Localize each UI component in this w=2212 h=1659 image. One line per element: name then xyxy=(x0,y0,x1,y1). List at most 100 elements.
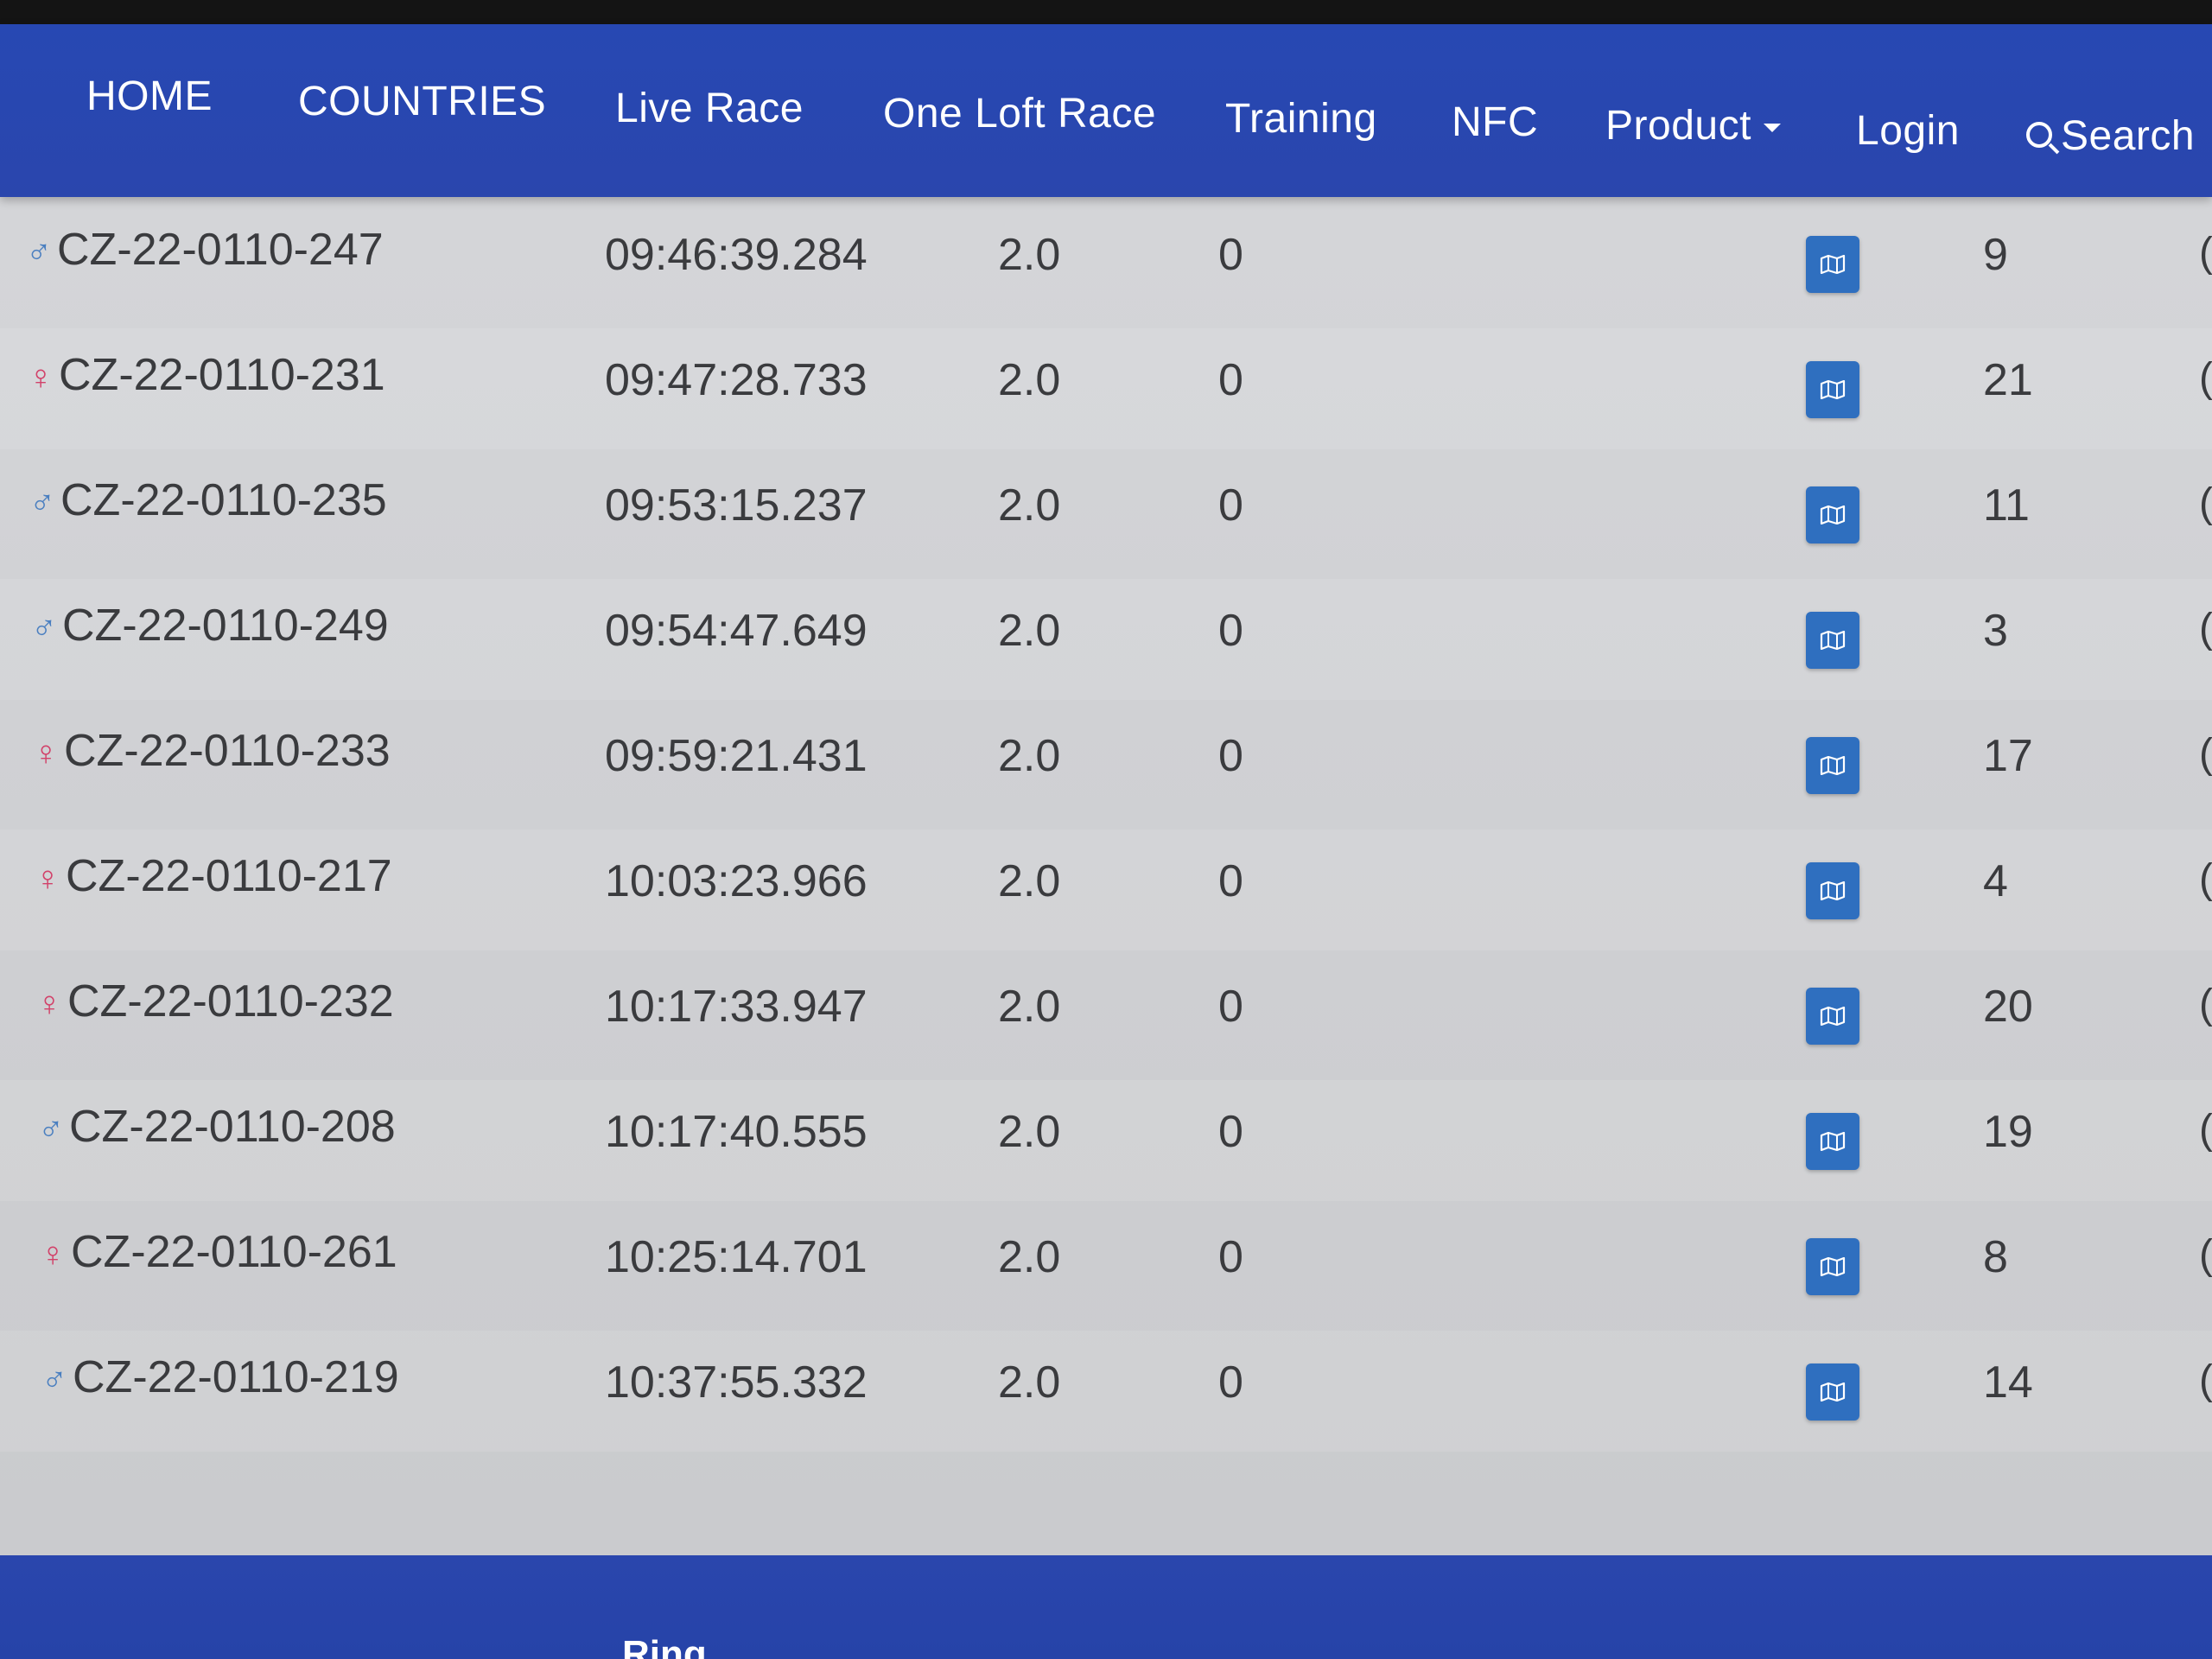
ring-cell[interactable]: ♀ CZ-22-0110-217 xyxy=(35,850,392,902)
nav-countries[interactable]: COUNTRIES xyxy=(298,78,546,125)
cut-off-column-edge: ( xyxy=(2199,856,2212,902)
table-row: ♂ CZ-22-0110-219 10:37:55.332 2.0 0 14 ( xyxy=(0,1331,2212,1452)
arrival-time-cell: 09:53:15.237 xyxy=(605,480,868,531)
male-symbol-icon: ♂ xyxy=(26,232,52,271)
top-navbar: HOME COUNTRIES Live Race One Loft Race T… xyxy=(0,24,2212,197)
count-cell: 0 xyxy=(1218,856,1243,906)
value-cell: 2.0 xyxy=(998,856,1061,906)
nav-one-loft-race[interactable]: One Loft Race xyxy=(883,90,1156,137)
female-symbol-icon: ♀ xyxy=(35,859,60,898)
female-symbol-icon: ♀ xyxy=(33,734,59,772)
chevron-down-icon xyxy=(1763,124,1781,133)
map-button[interactable] xyxy=(1806,1113,1859,1170)
value-cell: 2.0 xyxy=(998,982,1061,1032)
cut-off-column-edge: ( xyxy=(2199,1232,2212,1278)
ring-cell[interactable]: ♂ CZ-22-0110-219 xyxy=(41,1351,399,1403)
ring-cell[interactable]: ♂ CZ-22-0110-235 xyxy=(29,474,387,526)
nav-product-dropdown[interactable]: Product xyxy=(1605,102,1781,149)
map-icon xyxy=(1820,255,1846,274)
table-row: ♂ CZ-22-0110-235 09:53:15.237 2.0 0 11 ( xyxy=(0,454,2212,575)
arrival-time-cell: 10:03:23.966 xyxy=(605,856,868,906)
arrival-time-cell: 10:37:55.332 xyxy=(605,1357,868,1408)
value-cell: 2.0 xyxy=(998,606,1061,656)
rank-cell: 3 xyxy=(1983,606,2008,656)
map-button[interactable] xyxy=(1806,1363,1859,1421)
count-cell: 0 xyxy=(1218,230,1243,280)
cut-off-column-edge: ( xyxy=(2199,1107,2212,1153)
value-cell: 2.0 xyxy=(998,1357,1061,1408)
screen: HOME COUNTRIES Live Race One Loft Race T… xyxy=(0,0,2212,1659)
nav-search-label: Search xyxy=(2061,113,2196,159)
count-cell: 0 xyxy=(1218,1107,1243,1157)
nav-home[interactable]: HOME xyxy=(86,73,213,120)
arrival-time-cell: 09:54:47.649 xyxy=(605,606,868,656)
map-button[interactable] xyxy=(1806,862,1859,919)
ring-number: CZ-22-0110-232 xyxy=(67,976,394,1027)
map-icon xyxy=(1820,1132,1846,1151)
value-cell: 2.0 xyxy=(998,355,1061,405)
ring-cell[interactable]: ♀ CZ-22-0110-232 xyxy=(36,976,394,1027)
male-symbol-icon: ♂ xyxy=(31,608,57,647)
map-icon xyxy=(1820,1007,1846,1026)
map-icon xyxy=(1820,1257,1846,1276)
rank-cell: 17 xyxy=(1983,731,2033,781)
count-cell: 0 xyxy=(1218,1232,1243,1282)
nav-login[interactable]: Login xyxy=(1856,107,1960,155)
rank-cell: 20 xyxy=(1983,982,2033,1032)
footer-cut-text: Ring xyxy=(622,1633,707,1659)
ring-number: CZ-22-0110-235 xyxy=(60,475,387,525)
table-row: ♂ CZ-22-0110-208 10:17:40.555 2.0 0 19 ( xyxy=(0,1080,2212,1201)
cut-off-column-edge: ( xyxy=(2199,982,2212,1027)
table-row: ♀ CZ-22-0110-261 10:25:14.701 2.0 0 8 ( xyxy=(0,1205,2212,1326)
cut-off-column-edge: ( xyxy=(2199,230,2212,276)
ring-number: CZ-22-0110-208 xyxy=(69,1102,396,1152)
rank-cell: 11 xyxy=(1983,480,2030,531)
arrival-time-cell: 09:59:21.431 xyxy=(605,731,868,781)
map-button[interactable] xyxy=(1806,361,1859,418)
male-symbol-icon: ♂ xyxy=(41,1360,67,1399)
nav-training[interactable]: Training xyxy=(1225,95,1377,143)
value-cell: 2.0 xyxy=(998,230,1061,280)
map-button[interactable] xyxy=(1806,236,1859,293)
ring-number: CZ-22-0110-261 xyxy=(71,1227,397,1277)
male-symbol-icon: ♂ xyxy=(29,483,55,522)
ring-cell[interactable]: ♂ CZ-22-0110-208 xyxy=(38,1101,396,1153)
ring-cell[interactable]: ♀ CZ-22-0110-231 xyxy=(28,349,385,401)
cut-off-column-edge: ( xyxy=(2199,1357,2212,1403)
search-icon xyxy=(2026,122,2052,149)
ring-cell[interactable]: ♀ CZ-22-0110-261 xyxy=(40,1226,397,1278)
count-cell: 0 xyxy=(1218,982,1243,1032)
footer-bar xyxy=(0,1555,2212,1659)
map-button[interactable] xyxy=(1806,486,1859,543)
map-icon xyxy=(1820,756,1846,775)
rank-cell: 21 xyxy=(1983,355,2033,405)
ring-number: CZ-22-0110-249 xyxy=(62,601,389,651)
value-cell: 2.0 xyxy=(998,1232,1061,1282)
ring-cell[interactable]: ♂ CZ-22-0110-249 xyxy=(31,600,389,652)
table-row: ♀ CZ-22-0110-233 09:59:21.431 2.0 0 17 ( xyxy=(0,704,2212,825)
cut-off-column-edge: ( xyxy=(2199,480,2212,526)
map-button[interactable] xyxy=(1806,737,1859,794)
map-button[interactable] xyxy=(1806,988,1859,1045)
male-symbol-icon: ♂ xyxy=(38,1109,64,1148)
arrival-time-cell: 09:47:28.733 xyxy=(605,355,868,405)
nav-search[interactable]: Search xyxy=(2026,112,2195,160)
count-cell: 0 xyxy=(1218,355,1243,405)
map-icon xyxy=(1820,380,1846,399)
rank-cell: 9 xyxy=(1983,230,2008,280)
map-button[interactable] xyxy=(1806,612,1859,669)
map-button[interactable] xyxy=(1806,1238,1859,1295)
ring-cell[interactable]: ♂ CZ-22-0110-247 xyxy=(26,224,384,276)
map-icon xyxy=(1820,631,1846,650)
rank-cell: 8 xyxy=(1983,1232,2008,1282)
arrival-time-cell: 10:17:33.947 xyxy=(605,982,868,1032)
value-cell: 2.0 xyxy=(998,731,1061,781)
ring-number: CZ-22-0110-247 xyxy=(57,225,384,275)
table-row: ♀ CZ-22-0110-232 10:17:33.947 2.0 0 20 ( xyxy=(0,955,2212,1076)
nav-live-race[interactable]: Live Race xyxy=(615,85,804,132)
nav-nfc[interactable]: NFC xyxy=(1452,99,1538,146)
rank-cell: 14 xyxy=(1983,1357,2033,1408)
count-cell: 0 xyxy=(1218,1357,1243,1408)
ring-cell[interactable]: ♀ CZ-22-0110-233 xyxy=(33,725,391,777)
count-cell: 0 xyxy=(1218,606,1243,656)
